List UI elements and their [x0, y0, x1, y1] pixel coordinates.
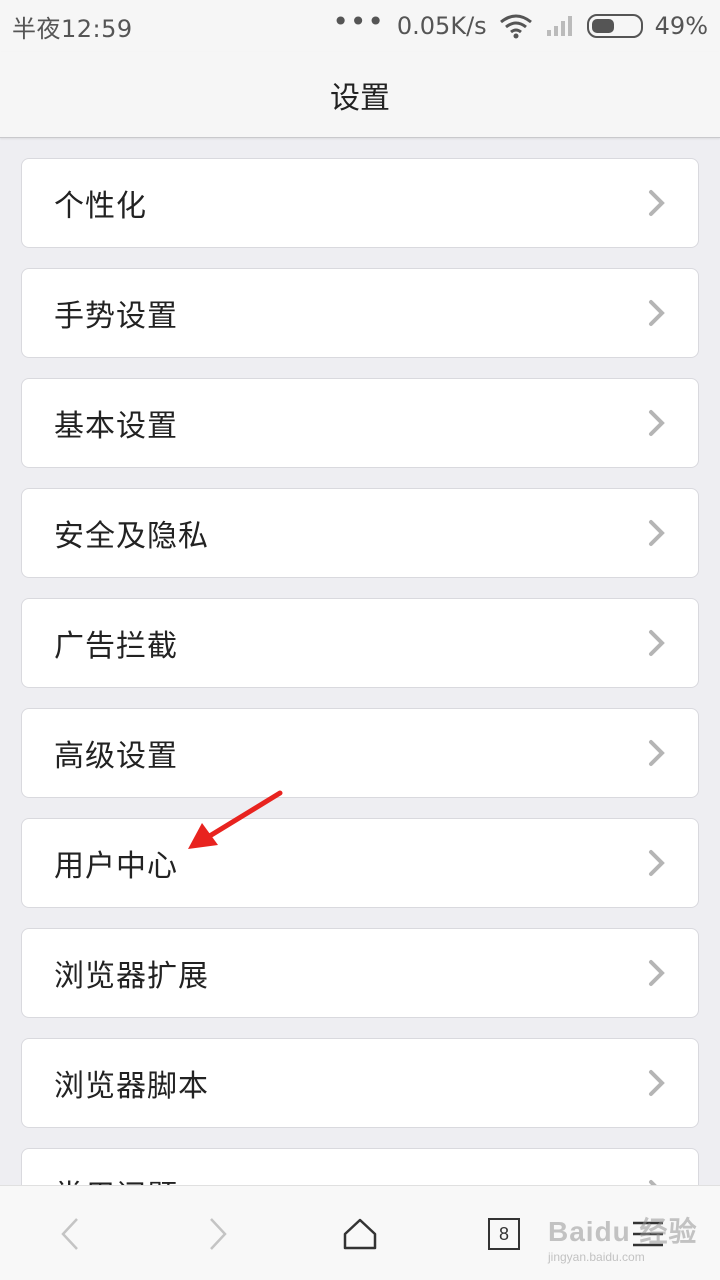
bottom-nav: 8 — [0, 1185, 720, 1280]
home-button[interactable] — [330, 1206, 390, 1262]
network-speed: 0.05K/s — [396, 12, 487, 40]
settings-item-user-center[interactable]: 用户中心 — [21, 818, 699, 908]
settings-list: 个性化 手势设置 基本设置 安全及隐私 广告拦截 高级设置 用户中心 浏览器扩展… — [0, 138, 720, 1185]
chevron-left-icon — [61, 1218, 78, 1250]
status-time: 半夜12:59 — [12, 14, 133, 43]
chevron-right-icon — [649, 520, 665, 546]
settings-item-faq[interactable]: 常用问题 — [21, 1148, 699, 1185]
page-title: 设置 — [330, 80, 390, 116]
status-right: ••• 0.05K/s 49% — [332, 8, 708, 41]
battery-level — [591, 19, 615, 33]
settings-item-adblock[interactable]: 广告拦截 — [21, 598, 699, 688]
menu-button[interactable] — [618, 1206, 678, 1262]
settings-item-extensions[interactable]: 浏览器扩展 — [21, 928, 699, 1018]
settings-item-label: 高级设置 — [54, 739, 178, 774]
settings-item-label: 用户中心 — [54, 849, 178, 884]
home-icon — [343, 1218, 377, 1250]
settings-item-label: 个性化 — [54, 189, 147, 224]
menu-icon — [633, 1221, 663, 1247]
settings-item-advanced[interactable]: 高级设置 — [21, 708, 699, 798]
back-button[interactable] — [40, 1206, 100, 1262]
chevron-right-icon — [649, 1070, 665, 1096]
chevron-right-icon — [649, 960, 665, 986]
settings-item-label: 常用问题 — [54, 1171, 646, 1185]
chevron-right-icon — [649, 1180, 657, 1185]
settings-item-label: 安全及隐私 — [54, 519, 209, 554]
battery-percent: 49% — [654, 12, 708, 40]
chevron-right-icon — [649, 300, 665, 326]
chevron-right-icon — [649, 190, 665, 216]
settings-item-label: 手势设置 — [54, 299, 178, 334]
status-bar: 半夜12:59 ••• 0.05K/s 49% — [0, 0, 720, 52]
settings-item-basic[interactable]: 基本设置 — [21, 378, 699, 468]
wifi-icon — [499, 14, 532, 39]
settings-item-label: 基本设置 — [54, 409, 178, 444]
chevron-right-icon — [649, 410, 665, 436]
settings-item-gesture[interactable]: 手势设置 — [21, 268, 699, 358]
chevron-right-icon — [649, 740, 665, 766]
tabs-icon: 8 — [488, 1218, 520, 1250]
signal-icon — [546, 16, 572, 36]
settings-item-label: 浏览器脚本 — [54, 1069, 209, 1104]
chevron-right-icon — [210, 1218, 227, 1250]
settings-item-personalize[interactable]: 个性化 — [21, 158, 699, 248]
title-bar: 设置 — [0, 52, 720, 138]
settings-item-label: 浏览器扩展 — [54, 959, 209, 994]
chevron-right-icon — [649, 850, 665, 876]
battery-icon — [586, 14, 643, 38]
tabs-button[interactable]: 8 — [474, 1206, 534, 1262]
settings-item-label: 广告拦截 — [54, 629, 178, 664]
chevron-right-icon — [649, 630, 665, 656]
settings-item-scripts[interactable]: 浏览器脚本 — [21, 1038, 699, 1128]
settings-item-security[interactable]: 安全及隐私 — [21, 488, 699, 578]
more-dots-icon: ••• — [332, 5, 385, 38]
forward-button[interactable] — [188, 1206, 248, 1262]
